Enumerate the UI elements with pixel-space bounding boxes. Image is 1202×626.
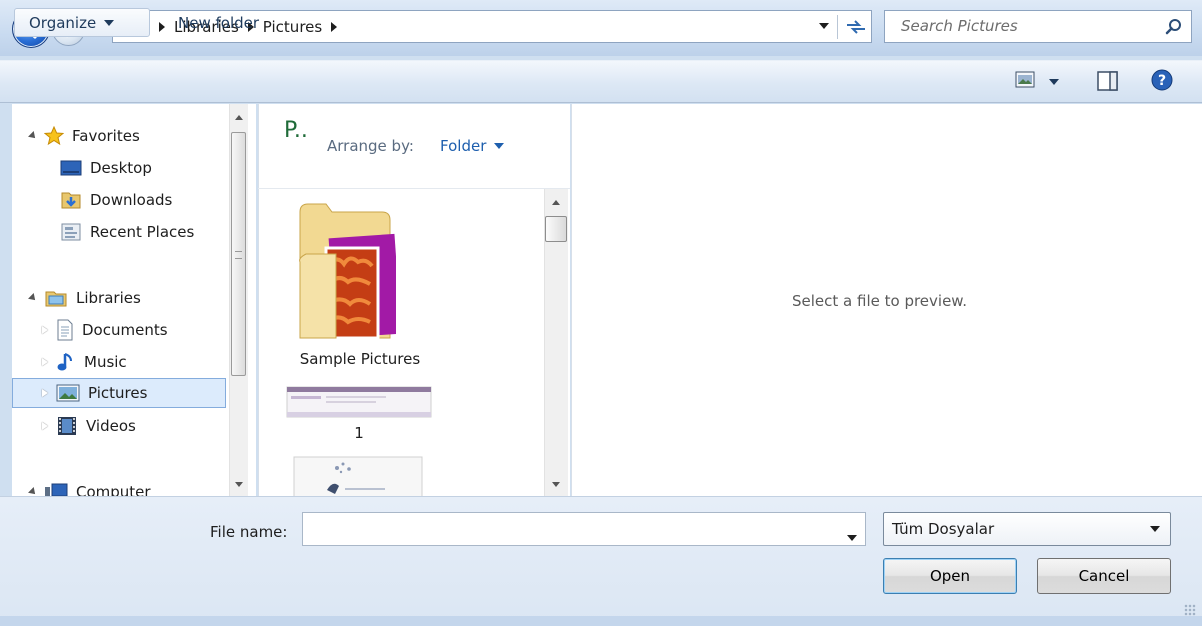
nav-favorites-label: Favorites (72, 127, 140, 145)
svg-text:?: ? (1158, 73, 1166, 89)
navigation-scroll-thumb[interactable] (231, 132, 246, 376)
list-item[interactable] (293, 456, 423, 496)
preview-message: Select a file to preview. (792, 292, 967, 310)
chevron-down-icon (847, 535, 857, 541)
music-icon (57, 353, 72, 371)
navigation-pane: Favorites Desktop Downloads Recent Place… (12, 104, 256, 496)
nav-downloads-label: Downloads (90, 191, 173, 209)
file-name-history-dropdown[interactable] (847, 527, 857, 545)
file-name-box[interactable] (302, 512, 866, 546)
nav-computer-label: Computer (76, 483, 151, 496)
arrange-by-value: Folder (440, 137, 487, 155)
downloads-folder-icon (61, 192, 81, 209)
nav-libraries-label: Libraries (76, 289, 141, 307)
refresh-icon[interactable] (845, 17, 867, 37)
file-name-label: File name: (210, 523, 288, 541)
divider (258, 188, 570, 189)
scroll-down-arrow-icon[interactable] (235, 482, 243, 487)
collapsed-arrow-icon[interactable] (42, 422, 48, 430)
nav-downloads[interactable]: Downloads (56, 185, 172, 215)
library-heading: P.. (284, 118, 308, 143)
nav-videos[interactable]: Videos (38, 411, 136, 441)
expanded-arrow-icon[interactable] (28, 487, 38, 496)
list-item[interactable]: 1 (286, 384, 432, 446)
search-icon[interactable] (1165, 18, 1183, 36)
breadcrumb-pictures[interactable]: Pictures (263, 18, 322, 36)
search-box[interactable] (884, 10, 1192, 43)
arrange-by-dropdown[interactable]: Folder (440, 137, 505, 155)
libraries-icon (45, 291, 67, 307)
breadcrumb-separator-icon[interactable] (331, 21, 338, 32)
collapsed-arrow-icon[interactable] (42, 358, 48, 366)
file-name-input[interactable] (309, 513, 829, 543)
computer-icon (45, 483, 68, 496)
cancel-button[interactable]: Cancel (1037, 558, 1171, 594)
resize-grip-icon[interactable] (1184, 604, 1196, 616)
nav-libraries[interactable]: Libraries (26, 283, 141, 313)
expanded-arrow-icon[interactable] (28, 131, 38, 141)
nav-documents-label: Documents (82, 321, 168, 339)
chevron-down-icon (494, 143, 505, 149)
divider (837, 15, 838, 39)
collapsed-arrow-icon[interactable] (42, 389, 48, 397)
open-button[interactable]: Open (883, 558, 1017, 594)
nav-videos-label: Videos (86, 417, 136, 435)
file-type-value: Tüm Dosyalar (892, 520, 995, 538)
scroll-down-arrow-icon[interactable] (552, 482, 560, 487)
collapsed-arrow-icon[interactable] (42, 326, 48, 334)
videos-icon (58, 417, 76, 435)
organize-label: Organize (29, 13, 97, 32)
scroll-up-arrow-icon[interactable] (552, 200, 560, 205)
file-label: 1 (354, 424, 364, 442)
image-thumbnail (293, 456, 423, 496)
nav-desktop-label: Desktop (90, 159, 152, 177)
chevron-down-icon (104, 19, 115, 26)
documents-icon (57, 319, 73, 341)
nav-pictures[interactable]: Pictures (12, 378, 226, 408)
nav-music-label: Music (84, 353, 127, 371)
nav-recent-places[interactable]: Recent Places (56, 217, 194, 247)
recent-places-icon (61, 223, 81, 241)
help-icon[interactable]: ? (1150, 68, 1174, 92)
preview-pane-icon[interactable] (1096, 70, 1120, 92)
nav-recent-places-label: Recent Places (90, 223, 195, 241)
scroll-up-arrow-icon[interactable] (235, 115, 243, 120)
organize-button[interactable]: Organize (14, 8, 150, 37)
view-options-dropdown[interactable] (1049, 79, 1059, 85)
star-icon (44, 126, 64, 146)
chevron-down-icon (1150, 526, 1160, 532)
folder-label: Sample Pictures (299, 350, 421, 368)
desktop-icon (60, 160, 82, 176)
nav-favorites[interactable]: Favorites (26, 121, 140, 151)
nav-music[interactable]: Music (38, 347, 127, 377)
pictures-icon (56, 384, 80, 402)
arrange-by-label: Arrange by: (327, 137, 414, 155)
folder-icon (299, 203, 396, 340)
address-history-dropdown[interactable] (819, 23, 829, 29)
file-list-scroll-thumb[interactable] (545, 216, 567, 242)
nav-pictures-label: Pictures (88, 384, 148, 402)
nav-documents[interactable]: Documents (38, 315, 168, 345)
nav-desktop[interactable]: Desktop (56, 153, 152, 183)
change-view-icon[interactable] (1014, 69, 1038, 91)
expanded-arrow-icon[interactable] (28, 293, 38, 303)
new-folder-button[interactable]: New folder (178, 14, 259, 32)
nav-computer[interactable]: Computer (26, 477, 151, 496)
search-input[interactable] (899, 11, 1159, 41)
window-bottom-border (0, 616, 1202, 626)
breadcrumb-separator-icon (159, 21, 165, 32)
list-item[interactable]: Sample Pictures (286, 200, 436, 376)
image-thumbnail (286, 386, 432, 418)
file-type-select[interactable]: Tüm Dosyalar (883, 512, 1171, 546)
